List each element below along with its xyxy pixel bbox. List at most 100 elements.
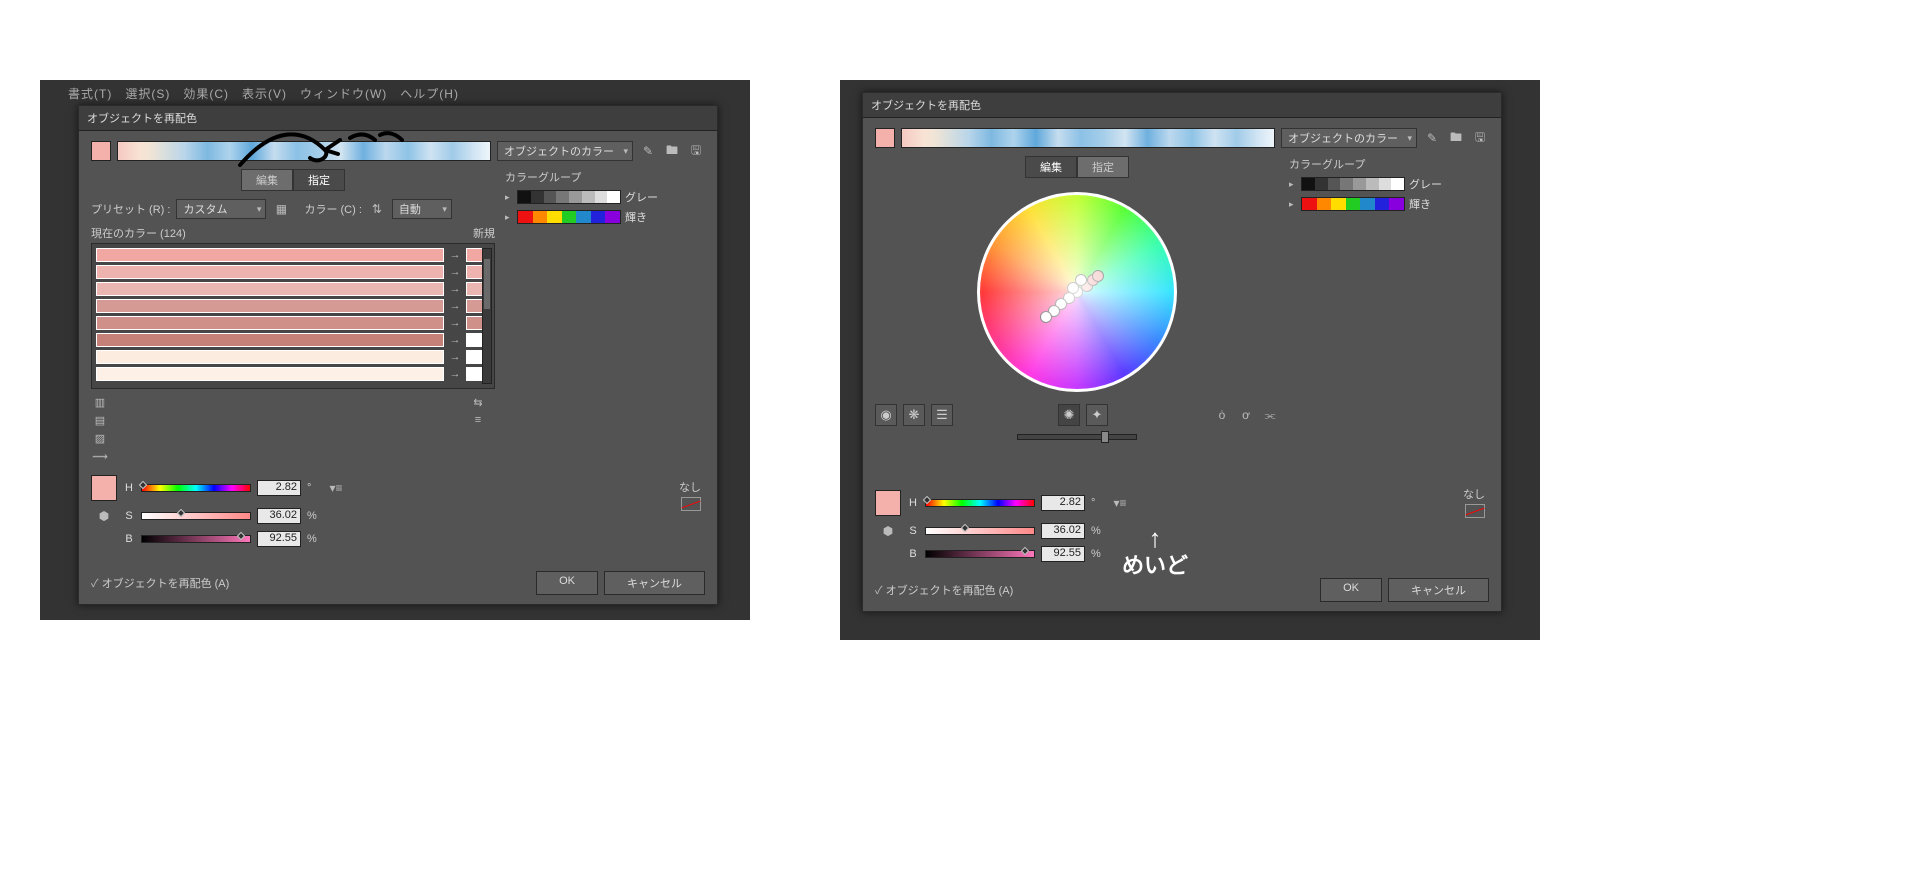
segmented-wheel-icon[interactable]: ❋	[903, 404, 925, 426]
color-row[interactable]: →	[96, 316, 490, 330]
current-color-bar[interactable]	[96, 333, 444, 347]
cancel-button[interactable]: キャンセル	[604, 571, 705, 595]
hsb-swatch[interactable]	[91, 475, 117, 501]
artwork-spectrum[interactable]	[901, 128, 1275, 148]
b-slider[interactable]	[141, 535, 251, 543]
expand-icon[interactable]: ▸	[1289, 199, 1297, 210]
cancel-button[interactable]: キャンセル	[1388, 578, 1489, 602]
none-swatch-icon[interactable]	[1465, 504, 1485, 518]
newrow-icon[interactable]: ⟿	[91, 447, 109, 465]
assign-arrow-icon[interactable]: →	[448, 300, 462, 312]
hsb-swatch[interactable]	[875, 490, 901, 516]
object-colors-dropdown[interactable]: オブジェクトのカラー	[497, 141, 633, 161]
h-value[interactable]: 2.82	[257, 480, 301, 496]
expand-icon[interactable]: ▸	[505, 212, 513, 223]
color-row[interactable]: →	[96, 282, 490, 296]
separate-icon[interactable]: ▤	[91, 411, 109, 429]
tab-assign[interactable]: 指定	[293, 169, 345, 191]
smooth-wheel-icon[interactable]: ◉	[875, 404, 897, 426]
current-color-bar[interactable]	[96, 350, 444, 364]
tab-assign[interactable]: 指定	[1077, 156, 1129, 178]
stepper-icon[interactable]: ⇅	[368, 200, 386, 218]
assign-arrow-icon[interactable]: →	[448, 334, 462, 346]
colorgroup-gray[interactable]: ▸ グレー	[505, 189, 705, 205]
colormode-icon[interactable]: ⬢	[875, 522, 901, 540]
s-value[interactable]: 36.02	[1041, 523, 1085, 539]
colormode-icon[interactable]: ⬢	[91, 507, 117, 525]
hs-mode-icon[interactable]: ✺	[1058, 404, 1080, 426]
h-slider[interactable]	[925, 499, 1035, 507]
save-group-icon[interactable]: 🖫	[1471, 129, 1489, 147]
current-color-bar[interactable]	[96, 316, 444, 330]
ok-button[interactable]: OK	[1320, 578, 1382, 602]
colorgroup-bright[interactable]: ▸ 輝き	[505, 209, 705, 225]
list-scrollbar[interactable]	[482, 248, 492, 384]
eyedropper-icon[interactable]: ✎	[1423, 129, 1441, 147]
artwork-spectrum[interactable]	[117, 141, 491, 161]
recolor-checkbox[interactable]: オブジェクトを再配色 (A)	[91, 575, 229, 591]
color-row[interactable]: →	[96, 299, 490, 313]
none-swatch-icon[interactable]	[681, 497, 701, 511]
s-value[interactable]: 36.02	[257, 508, 301, 524]
current-color-bar[interactable]	[96, 248, 444, 262]
active-color-swatch[interactable]	[875, 128, 895, 148]
color-row[interactable]: →	[96, 350, 490, 364]
slider-options-icon[interactable]: ▾≡	[1111, 494, 1129, 512]
h-slider[interactable]	[141, 484, 251, 492]
assign-arrow-icon[interactable]: →	[448, 317, 462, 329]
remove-color-icon[interactable]: ơ	[1237, 406, 1255, 424]
tab-edit[interactable]: 編集	[241, 169, 293, 191]
current-color-bar[interactable]	[96, 367, 444, 381]
expand-icon[interactable]: ▸	[1289, 179, 1297, 190]
h-value[interactable]: 2.82	[1041, 495, 1085, 511]
assign-arrow-icon[interactable]: →	[448, 266, 462, 278]
b-value[interactable]: 92.55	[1041, 546, 1085, 562]
link-harmony-icon[interactable]: ⫘	[1261, 406, 1279, 424]
assign-arrow-icon[interactable]: →	[448, 368, 462, 380]
s-slider[interactable]	[925, 527, 1035, 535]
b-value[interactable]: 92.55	[257, 531, 301, 547]
expand-icon[interactable]: ▸	[505, 192, 513, 203]
tab-edit[interactable]: 編集	[1025, 156, 1077, 178]
sort-right-icon[interactable]: ≡	[469, 411, 487, 429]
color-row[interactable]: →	[96, 367, 490, 381]
merge-icon[interactable]: ▥	[91, 393, 109, 411]
bars-icon[interactable]: ☰	[931, 404, 953, 426]
recolor-checkbox[interactable]: オブジェクトを再配色 (A)	[875, 582, 1013, 598]
color-row[interactable]: →	[96, 333, 490, 347]
eyedropper-icon[interactable]: ✎	[639, 142, 657, 160]
colorgroup-bright[interactable]: ▸ 輝き	[1289, 196, 1489, 212]
preset-dropdown[interactable]: カスタム	[176, 199, 266, 219]
folder-icon[interactable]: 🖿	[1447, 129, 1465, 147]
assign-arrow-icon[interactable]: →	[448, 249, 462, 261]
brightness-slider[interactable]	[1017, 434, 1137, 440]
active-color-swatch[interactable]	[91, 141, 111, 161]
hb-mode-icon[interactable]: ✦	[1086, 404, 1108, 426]
color-row[interactable]: →	[96, 265, 490, 279]
b-unit: %	[1091, 548, 1105, 560]
colorcount-dropdown[interactable]: 自動	[392, 199, 452, 219]
color-wheel[interactable]	[977, 192, 1177, 392]
mode-tabs: 編集 指定	[875, 156, 1279, 178]
ok-button[interactable]: OK	[536, 571, 598, 595]
exclude-icon[interactable]: ▨	[91, 429, 109, 447]
current-color-bar[interactable]	[96, 265, 444, 279]
s-unit: %	[307, 510, 321, 522]
sort-left-icon[interactable]: ⇆	[469, 393, 487, 411]
save-group-icon[interactable]: 🖫	[687, 142, 705, 160]
assign-arrow-icon[interactable]: →	[448, 351, 462, 363]
h-label: H	[907, 497, 919, 509]
color-row[interactable]: →	[96, 248, 490, 262]
folder-icon[interactable]: 🖿	[663, 142, 681, 160]
s-slider[interactable]	[141, 512, 251, 520]
current-color-bar[interactable]	[96, 299, 444, 313]
b-label: B	[907, 548, 919, 560]
preset-options-icon[interactable]: ▦	[272, 200, 290, 218]
colorgroup-gray[interactable]: ▸ グレー	[1289, 176, 1489, 192]
assign-arrow-icon[interactable]: →	[448, 283, 462, 295]
current-color-bar[interactable]	[96, 282, 444, 296]
object-colors-dropdown[interactable]: オブジェクトのカラー	[1281, 128, 1417, 148]
add-color-icon[interactable]: ȯ	[1213, 406, 1231, 424]
b-slider[interactable]	[925, 550, 1035, 558]
slider-options-icon[interactable]: ▾≡	[327, 479, 345, 497]
